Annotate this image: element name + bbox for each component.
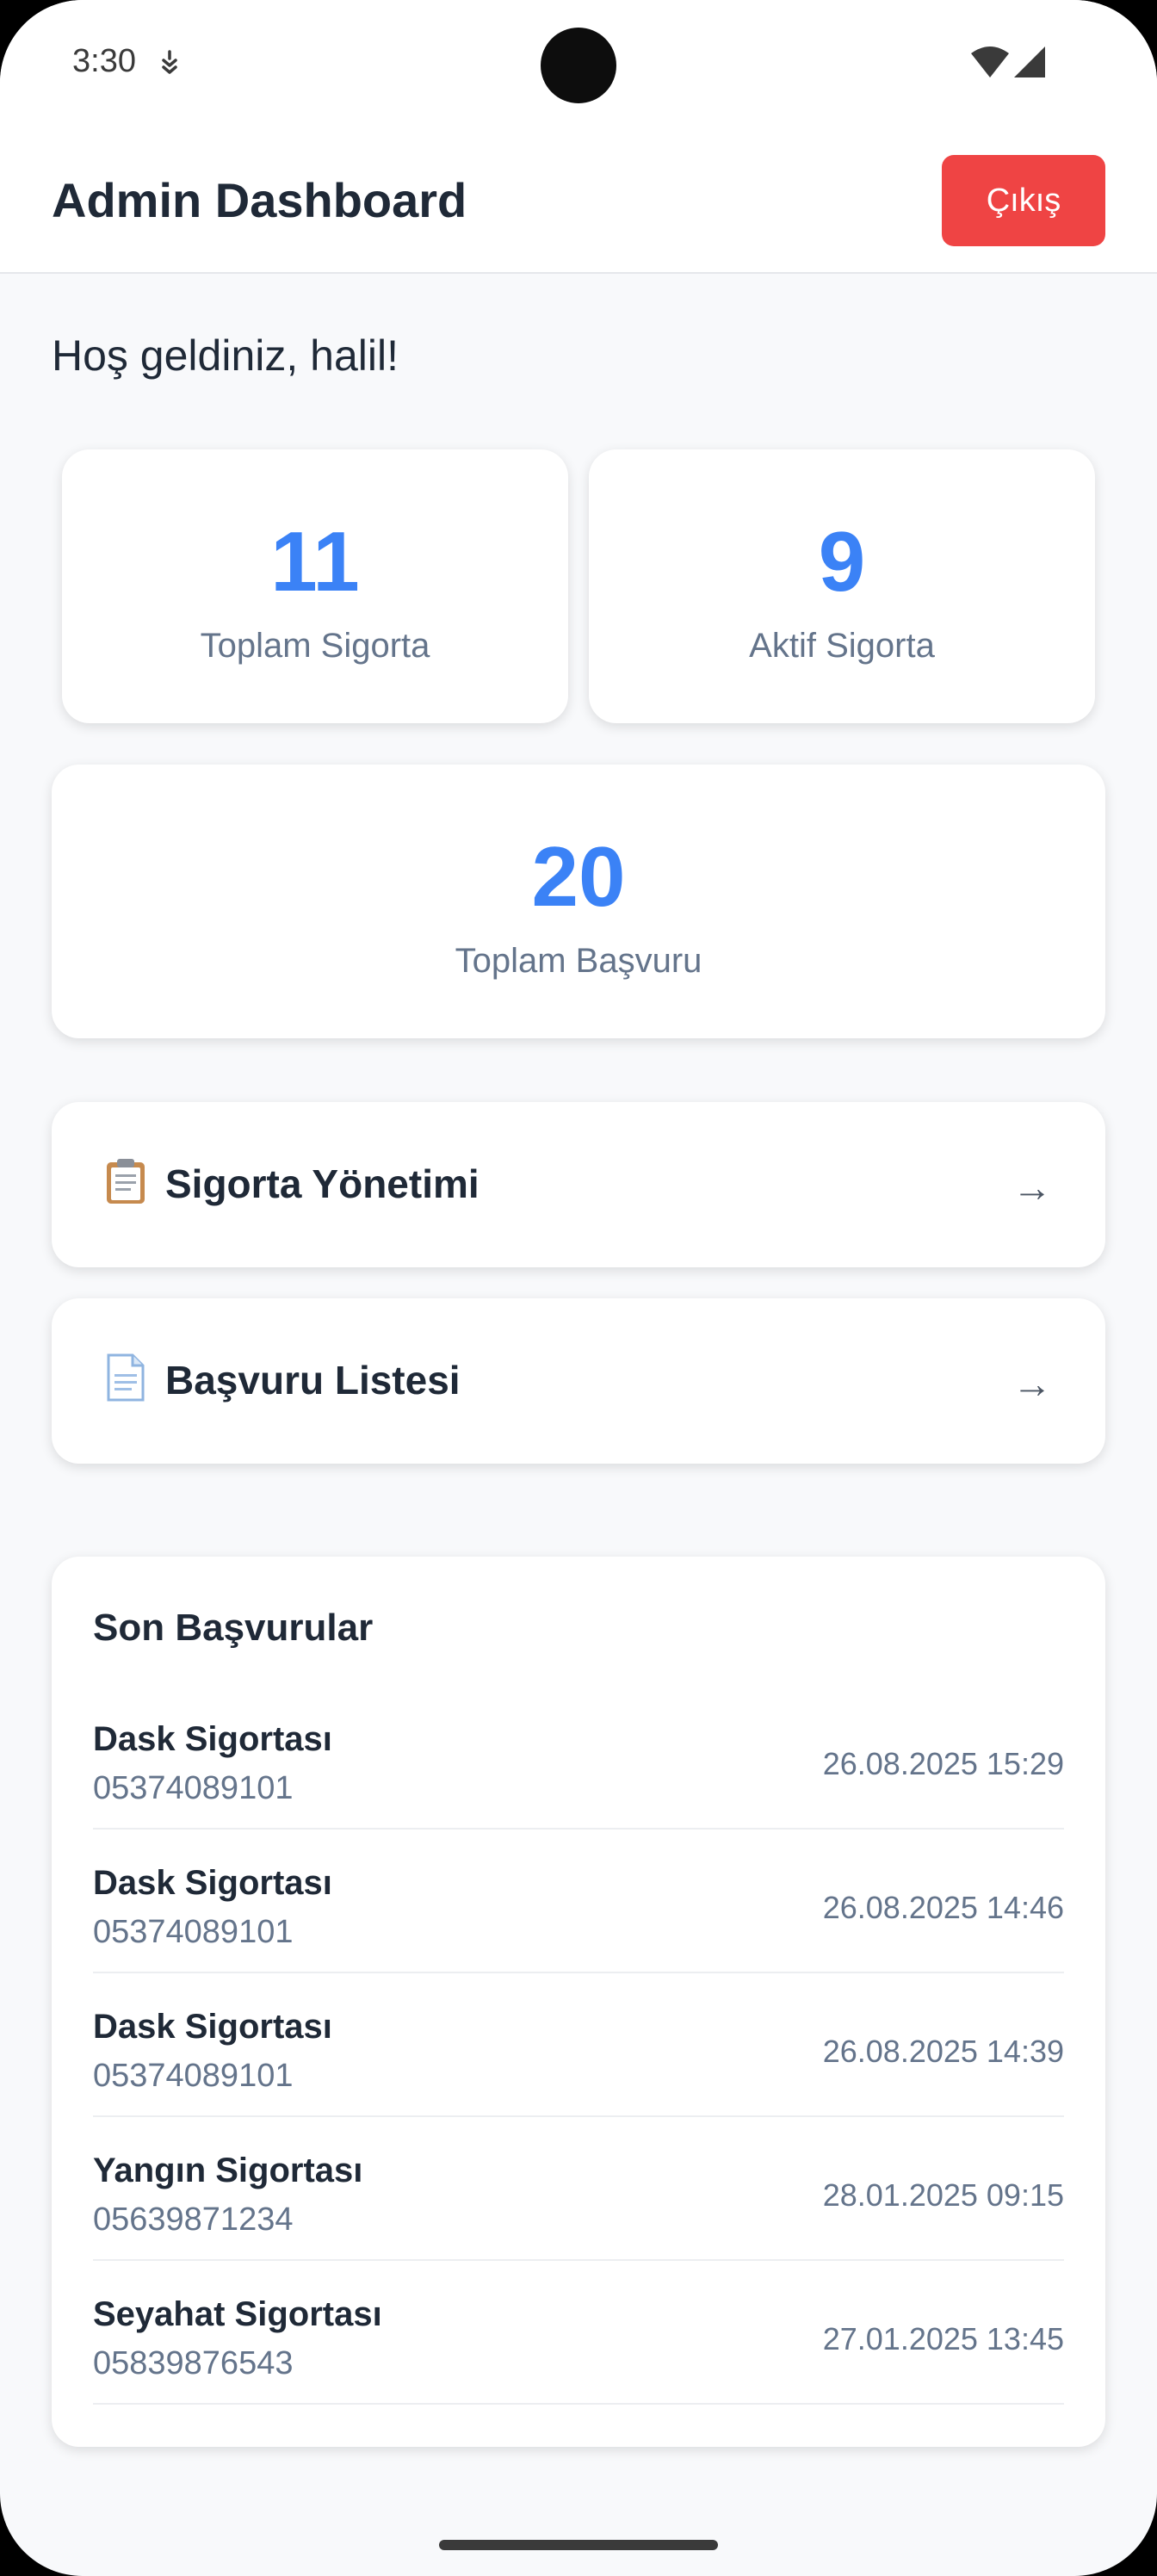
list-item[interactable]: Seyahat Sigortası 05839876543 27.01.2025… (93, 2261, 1064, 2405)
stat-card-total-insurance: 11 Toplam Sigorta (62, 449, 568, 723)
camera-cutout (541, 28, 616, 103)
application-name: Yangın Sigortası (93, 2152, 363, 2189)
stat-card-active-insurance: 9 Aktif Sigorta (589, 449, 1095, 723)
clipboard-icon (107, 1159, 145, 1204)
signal-icon (1014, 46, 1045, 77)
status-bar: 3:30 (0, 0, 1157, 129)
list-item[interactable]: Dask Sigortası 05374089101 26.08.2025 14… (93, 1830, 1064, 1973)
recent-applications-list: Dask Sigortası 05374089101 26.08.2025 15… (93, 1686, 1064, 2405)
app-header: Admin Dashboard Çıkış (0, 129, 1157, 274)
document-icon (107, 1353, 145, 1402)
application-name: Dask Sigortası (93, 2008, 332, 2046)
welcome-message: Hoş geldiniz, halil! (52, 331, 399, 380)
application-date: 27.01.2025 13:45 (822, 2321, 1064, 2356)
nav-application-list[interactable]: Başvuru Listesi → (52, 1298, 1105, 1464)
stat-card-total-applications: 20 Toplam Başvuru (52, 765, 1105, 1038)
list-item[interactable]: Dask Sigortası 05374089101 26.08.2025 14… (93, 1973, 1064, 2117)
application-name: Seyahat Sigortası (93, 2295, 382, 2333)
stat-value: 11 (270, 514, 360, 609)
application-date: 28.01.2025 09:15 (822, 2177, 1064, 2213)
stat-label: Toplam Sigorta (200, 627, 430, 665)
notification-icon (162, 50, 177, 74)
application-phone: 05374089101 (93, 1770, 294, 1806)
list-item[interactable]: Dask Sigortası 05374089101 26.08.2025 15… (93, 1686, 1064, 1830)
arrow-right-icon: → (1012, 1165, 1052, 1210)
status-time: 3:30 (72, 43, 136, 79)
page-title: Admin Dashboard (52, 173, 467, 227)
logout-button[interactable]: Çıkış (942, 155, 1105, 246)
stat-label: Aktif Sigorta (749, 627, 935, 665)
list-item[interactable]: Yangın Sigortası 05639871234 28.01.2025 … (93, 2117, 1064, 2261)
application-phone: 05374089101 (93, 1914, 294, 1950)
application-date: 26.08.2025 14:46 (822, 1890, 1064, 1925)
wifi-icon (971, 46, 1009, 77)
application-name: Dask Sigortası (93, 1864, 332, 1902)
application-phone: 05374089101 (93, 2058, 294, 2094)
nav-label: Sigorta Yönetimi (165, 1161, 480, 1206)
home-indicator[interactable] (439, 2540, 718, 2550)
nav-label: Başvuru Listesi (165, 1358, 461, 1403)
application-phone: 05839876543 (93, 2345, 294, 2381)
application-phone: 05639871234 (93, 2201, 294, 2238)
application-date: 26.08.2025 15:29 (822, 1746, 1064, 1781)
stat-label: Toplam Başvuru (455, 942, 702, 980)
arrow-right-icon: → (1012, 1361, 1052, 1406)
stat-value: 9 (818, 514, 866, 609)
application-date: 26.08.2025 14:39 (822, 2034, 1064, 2069)
stat-value: 20 (531, 829, 626, 924)
nav-insurance-management[interactable]: Sigorta Yönetimi → (52, 1102, 1105, 1267)
app-screen: 3:30 Admin Dashboard Çıkış Hoş geldiniz,… (0, 0, 1157, 2576)
application-name: Dask Sigortası (93, 1720, 332, 1758)
recent-applications-card: Son Başvurular Dask Sigortası 0537408910… (52, 1557, 1105, 2447)
recent-applications-title: Son Başvurular (93, 1607, 374, 1649)
